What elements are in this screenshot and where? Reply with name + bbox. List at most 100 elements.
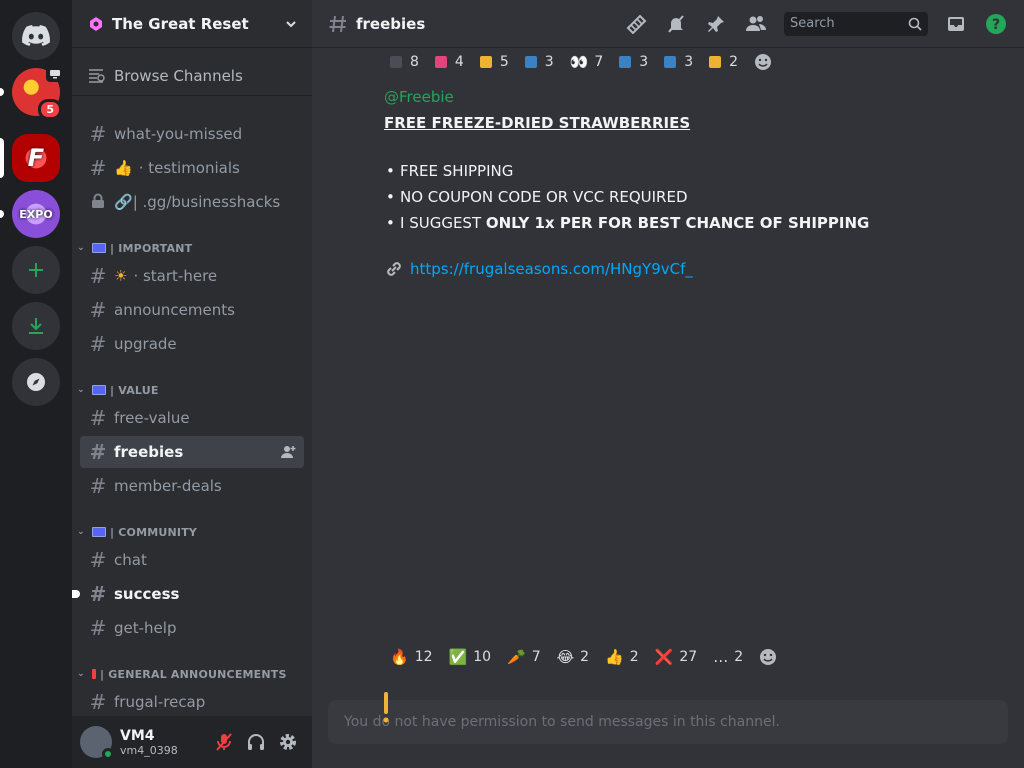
reaction[interactable]: 5 [474, 50, 515, 74]
user-info[interactable]: VM4 vm4_0398 [120, 728, 208, 757]
threads-icon [626, 14, 647, 34]
reaction[interactable]: 8 [384, 50, 425, 74]
hash-icon: # [89, 122, 107, 146]
channel-name: | .gg/businesshacks [132, 193, 281, 211]
reaction[interactable]: 3 [613, 50, 654, 74]
hash-icon: # [89, 548, 107, 572]
server-header[interactable]: The Great Reset [72, 0, 312, 48]
notification-settings-button[interactable] [664, 12, 688, 36]
hash-icon: # [89, 156, 107, 180]
reaction-count: 12 [414, 649, 433, 665]
thumbs-up-emoji-icon: 👍 [605, 648, 624, 666]
help-button[interactable]: ? [984, 12, 1008, 36]
deafen-button[interactable] [240, 726, 272, 758]
lock-icon [88, 190, 108, 214]
channel-freebies[interactable]: # freebies [80, 436, 304, 468]
avatar[interactable] [80, 726, 114, 760]
invite-member-icon[interactable] [280, 444, 296, 464]
search-input[interactable]: Search [784, 11, 928, 36]
member-list-button[interactable] [744, 12, 768, 36]
reaction[interactable]: 3 [658, 50, 699, 74]
search-placeholder: Search [790, 16, 835, 31]
channel-testimonials[interactable]: # 👍 · testimonials [80, 152, 304, 184]
inbox-icon [948, 16, 964, 31]
bullet-item: FREE SHIPPING [384, 158, 984, 184]
reaction[interactable]: 🔥 12 [384, 645, 439, 669]
reaction[interactable]: 😂 2 [551, 645, 595, 669]
download-apps-button[interactable] [12, 302, 60, 350]
channel-name: what-you-missed [114, 125, 243, 143]
channel-name: freebies [114, 443, 184, 461]
channel-success[interactable]: # success [72, 578, 304, 610]
unread-indicator [72, 590, 80, 598]
category-community[interactable]: ⌄ | COMMUNITY [74, 520, 197, 544]
headphones-icon [248, 734, 264, 750]
browse-channels-button[interactable]: Browse Channels [72, 56, 312, 96]
reaction[interactable]: 3 [519, 50, 560, 74]
channel-get-help[interactable]: # get-help [80, 612, 304, 644]
channel-emoji: 🔗 [114, 193, 133, 211]
help-icon: ? [986, 13, 1006, 34]
category-tag-icon [92, 385, 106, 395]
channel-announcements[interactable]: # announcements [80, 294, 304, 326]
reaction[interactable]: 4 [429, 50, 470, 74]
bullet-item: NO COUPON CODE OR VCC REQUIRED [384, 184, 984, 210]
pin-icon [708, 15, 724, 32]
add-server-button[interactable] [12, 246, 60, 294]
category-important[interactable]: ⌄ | IMPORTANT [74, 236, 192, 260]
category-label: | GENERAL ANNOUNCEMENTS [100, 667, 287, 681]
channel-name: announcements [114, 301, 235, 319]
category-tag-icon [92, 669, 96, 679]
reaction[interactable]: 2 [703, 50, 744, 74]
reaction[interactable]: ✅ 10 [443, 645, 498, 669]
reaction-emoji-icon [709, 56, 722, 68]
mute-button[interactable] [208, 726, 240, 758]
channel-what-you-missed[interactable]: # what-you-missed [80, 118, 304, 150]
reaction-emoji-icon [524, 56, 537, 68]
pinned-messages-button[interactable] [704, 12, 728, 36]
reaction[interactable]: 🥕 7 [501, 645, 547, 669]
discord-logo-icon [22, 25, 50, 46]
hash-icon: # [89, 690, 107, 714]
role-mention[interactable]: @Freebie [384, 86, 984, 108]
server-icon-1[interactable]: 5 [12, 66, 64, 120]
channel-member-deals[interactable]: # member-deals [80, 470, 304, 502]
browse-channels-label: Browse Channels [114, 66, 243, 85]
server-icon-3[interactable]: EXPO [12, 190, 60, 238]
bullet-text: NO COUPON CODE OR VCC REQUIRED [400, 188, 688, 206]
category-general-announcements[interactable]: ⌄ | GENERAL ANNOUNCEMENTS [74, 662, 287, 686]
channel-name: upgrade [114, 335, 177, 353]
inbox-button[interactable] [944, 12, 968, 36]
channel-chat[interactable]: # chat [80, 544, 304, 576]
reaction-count: 5 [499, 54, 509, 70]
user-settings-button[interactable] [272, 726, 304, 758]
hash-icon: # [89, 406, 107, 430]
home-button[interactable] [12, 12, 60, 60]
channel-upgrade[interactable]: # upgrade [80, 328, 304, 360]
channel-businesshacks[interactable]: 🔗 | .gg/businesshacks [80, 186, 304, 218]
hash-icon: # [89, 298, 107, 322]
message-link[interactable]: https://frugalseasons.com/HNgY9vCf_ [410, 258, 693, 280]
explore-button[interactable] [12, 358, 60, 406]
channel-frugal-recap[interactable]: # frugal-recap [80, 686, 304, 718]
channel-start-here[interactable]: # ☀ · start-here [80, 260, 304, 292]
reaction[interactable]: ❌ 27 [649, 645, 704, 669]
channel-sidebar: The Great Reset Browse Channels # what-y… [72, 0, 312, 768]
channel-name: · testimonials [138, 159, 240, 177]
reaction[interactable]: … 2 [707, 645, 749, 669]
add-reaction-button[interactable] [748, 50, 778, 74]
reaction-count: 2 [629, 649, 639, 665]
channel-free-value[interactable]: # free-value [80, 402, 304, 434]
threads-button[interactable] [624, 12, 648, 36]
reaction[interactable]: 👀 7 [564, 50, 610, 74]
category-label: | VALUE [110, 383, 159, 397]
channel-name: free-value [114, 409, 190, 427]
screen-share-icon [46, 66, 64, 82]
add-reaction-button[interactable] [753, 645, 783, 669]
channel-title: freebies [356, 14, 426, 33]
category-label: | COMMUNITY [110, 525, 198, 539]
server-icon-2[interactable]: F [12, 134, 60, 182]
hash-icon: # [89, 582, 107, 606]
category-value[interactable]: ⌄ | VALUE [74, 378, 159, 402]
reaction[interactable]: 👍 2 [599, 645, 645, 669]
